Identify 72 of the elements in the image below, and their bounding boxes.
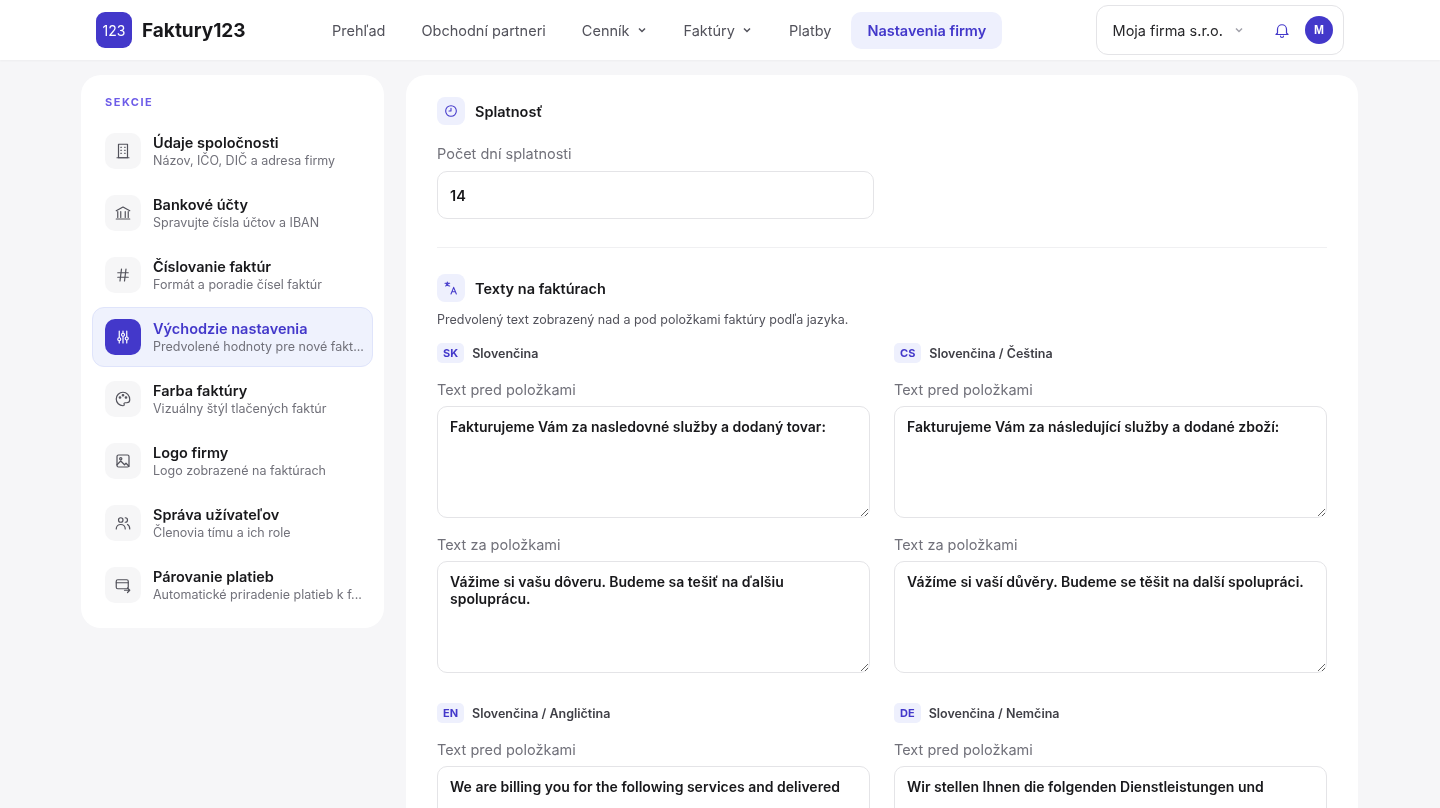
field-label: Text za položkami <box>437 536 562 553</box>
item-subtitle: Logo zobrazené na faktúrach <box>153 463 326 478</box>
nav-tab[interactable]: Faktúry <box>667 11 769 49</box>
card-arrow-icon <box>114 576 132 594</box>
text-area[interactable]: Wir stellen Ihnen die folgenden Dienstleistungen und <box>894 766 1327 808</box>
language-code: CS <box>894 343 922 363</box>
nav-tab[interactable]: Nastavenia firmy <box>851 11 1003 49</box>
nav-tab[interactable]: Platby <box>772 11 848 49</box>
language-name: Slovenčina / Čeština <box>929 345 1053 361</box>
text-area[interactable]: Fakturujeme Vám za následující služby a dodané zboží: <box>894 406 1327 518</box>
item-title: Bankové účty <box>153 196 249 213</box>
input-field[interactable]: 14 <box>437 171 874 219</box>
text-area[interactable]: We are billing you for the following services and delivered <box>437 766 870 808</box>
nav-tab[interactable]: Prehľad <box>316 11 402 49</box>
section-title: Texty na faktúrach <box>475 279 606 297</box>
nav-tab[interactable]: Obchodní partneri <box>405 11 562 49</box>
nav-tab[interactable]: Cenník <box>565 11 664 49</box>
brand-name: Faktury123 <box>142 18 246 42</box>
item-subtitle: Predvolené hodnoty pre nové fakt... <box>153 339 364 354</box>
language-code: DE <box>894 703 921 723</box>
logo[interactable]: 123 <box>96 12 132 48</box>
sidebar-item[interactable]: Údaje spoločnosti Názov, IČO, DIČ a adresa firmy <box>92 121 373 181</box>
sidebar-item[interactable]: Správa užívateľov Členovia tímu a ich role <box>92 493 373 553</box>
item-subtitle: Názov, IČO, DIČ a adresa firmy <box>153 153 336 168</box>
section-description: Predvolený text zobrazený nad a pod položkami faktúry podľa jazyka. <box>437 312 850 327</box>
language-name: Slovenčina <box>472 345 539 361</box>
item-title: Východzie nastavenia <box>153 320 309 337</box>
language-name: Slovenčina / Angličtina <box>472 705 611 721</box>
item-title: Párovanie platieb <box>153 568 275 585</box>
bank-icon <box>114 204 132 222</box>
item-title: Údaje spoločnosti <box>153 134 280 151</box>
sidebar-item[interactable]: Bankové účty Spravujte čísla účtov a IBAN <box>92 183 373 243</box>
company-select[interactable]: Moja firma s.r.o. <box>1112 21 1245 39</box>
image-icon <box>114 452 132 470</box>
field-label: Text pred položkami <box>894 381 1034 398</box>
field-label: Text pred položkami <box>894 741 1034 758</box>
item-subtitle: Spravujte čísla účtov a IBAN <box>153 215 320 230</box>
section-heading: SEKCIE <box>105 95 155 109</box>
clock-icon <box>443 103 459 119</box>
section-title: Splatnosť <box>475 102 543 120</box>
item-subtitle: Automatické priradenie platieb k f... <box>153 587 362 602</box>
item-subtitle: Formát a poradie čísel faktúr <box>153 277 322 292</box>
users-icon <box>114 514 132 532</box>
field-label: Text pred položkami <box>437 381 577 398</box>
item-title: Logo firmy <box>153 444 230 461</box>
item-subtitle: Vizuálny štýl tlačených faktúr <box>153 401 327 416</box>
language-name: Slovenčina / Nemčina <box>928 705 1060 721</box>
hash-icon <box>114 266 132 284</box>
language-code: SK <box>437 343 465 363</box>
language-code: EN <box>437 703 465 723</box>
text-area[interactable]: Vážíme si vaší důvěry. Budeme se těšit na další spolupráci. <box>894 561 1327 673</box>
translate-icon <box>443 280 459 296</box>
bell-icon <box>1273 21 1291 39</box>
avatar[interactable]: M <box>1305 16 1333 44</box>
field-label: Počet dní splatnosti <box>437 145 573 162</box>
sidebar-item[interactable]: Logo firmy Logo zobrazené na faktúrach <box>92 431 373 491</box>
field-label: Text za položkami <box>894 536 1019 553</box>
sidebar-item[interactable]: Párovanie platieb Automatické priradenie platieb k f... <box>92 555 373 615</box>
text-area[interactable]: Vážime si vašu dôveru. Budeme sa tešiť na ďalšiu spoluprácu. <box>437 561 870 673</box>
item-subtitle: Členovia tímu a ich role <box>153 525 291 540</box>
item-title: Farba faktúry <box>153 382 249 399</box>
building-icon <box>114 142 132 160</box>
text-area[interactable]: Fakturujeme Vám za nasledovné služby a dodaný tovar: <box>437 406 870 518</box>
item-title: Číslovanie faktúr <box>153 258 273 275</box>
sliders-icon <box>114 328 132 346</box>
field-label: Text pred položkami <box>437 741 577 758</box>
sidebar-item[interactable]: Farba faktúry Vizuálny štýl tlačených faktúr <box>92 369 373 429</box>
notifications-button[interactable] <box>1273 21 1291 39</box>
palette-icon <box>114 390 132 408</box>
sidebar-item[interactable]: Číslovanie faktúr Formát a poradie čísel faktúr <box>92 245 373 305</box>
sidebar-item[interactable]: Východzie nastavenia Predvolené hodnoty pre nové fakt... <box>92 307 373 367</box>
item-title: Správa užívateľov <box>153 506 281 523</box>
